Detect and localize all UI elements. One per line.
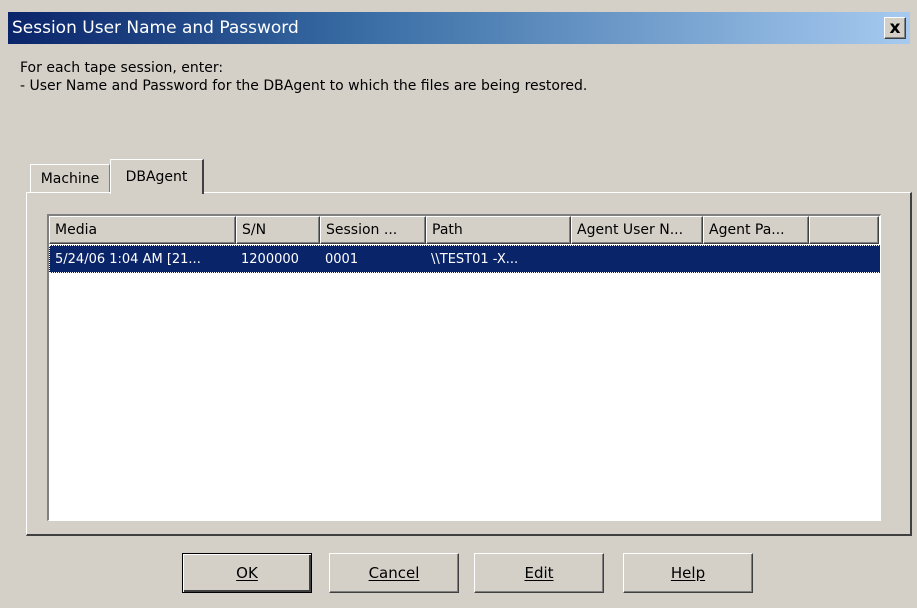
title-bar[interactable]: Session User Name and Password x	[8, 12, 910, 44]
tab-panel-dbagent: Media S/N Session ... Path Agent User N.…	[26, 192, 912, 536]
column-header-session[interactable]: Session ...	[320, 216, 426, 244]
cell-media: 5/24/06 1:04 AM [21...	[55, 251, 201, 267]
column-header-filler	[809, 216, 879, 244]
edit-button[interactable]: Edit	[474, 553, 604, 593]
instruction-line-1: For each tape session, enter:	[20, 60, 224, 76]
column-header-agent-user[interactable]: Agent User N...	[571, 216, 703, 244]
instructions: For each tape session, enter: - User Nam…	[20, 59, 587, 95]
cancel-button[interactable]: Cancel	[329, 553, 459, 593]
tab-dbagent[interactable]: DBAgent	[110, 159, 204, 194]
column-header-agent-password[interactable]: Agent Pa...	[703, 216, 809, 244]
close-icon[interactable]: x	[884, 17, 906, 39]
cell-sn: 1200000	[241, 251, 299, 267]
list-header: Media S/N Session ... Path Agent User N.…	[49, 216, 879, 244]
help-button[interactable]: Help	[623, 553, 753, 593]
column-header-path[interactable]: Path	[426, 216, 571, 244]
window-title: Session User Name and Password	[12, 18, 299, 38]
cell-agent-password	[703, 246, 809, 272]
session-list[interactable]: Media S/N Session ... Path Agent User N.…	[47, 214, 881, 521]
table-row[interactable]: 5/24/06 1:04 AM [21... 1200000 0001 \\TE…	[49, 245, 880, 273]
column-header-media[interactable]: Media	[49, 216, 236, 244]
cell-session: 0001	[325, 251, 359, 267]
cell-path: \\TEST01 -X...	[431, 251, 519, 267]
cell-agent-user	[571, 246, 703, 272]
tab-machine[interactable]: Machine	[30, 164, 110, 192]
ok-button[interactable]: OK	[182, 553, 312, 593]
instruction-line-2: - User Name and Password for the DBAgent…	[20, 78, 588, 94]
session-user-password-dialog: Session User Name and Password x For eac…	[0, 0, 917, 608]
column-header-sn[interactable]: S/N	[236, 216, 320, 244]
